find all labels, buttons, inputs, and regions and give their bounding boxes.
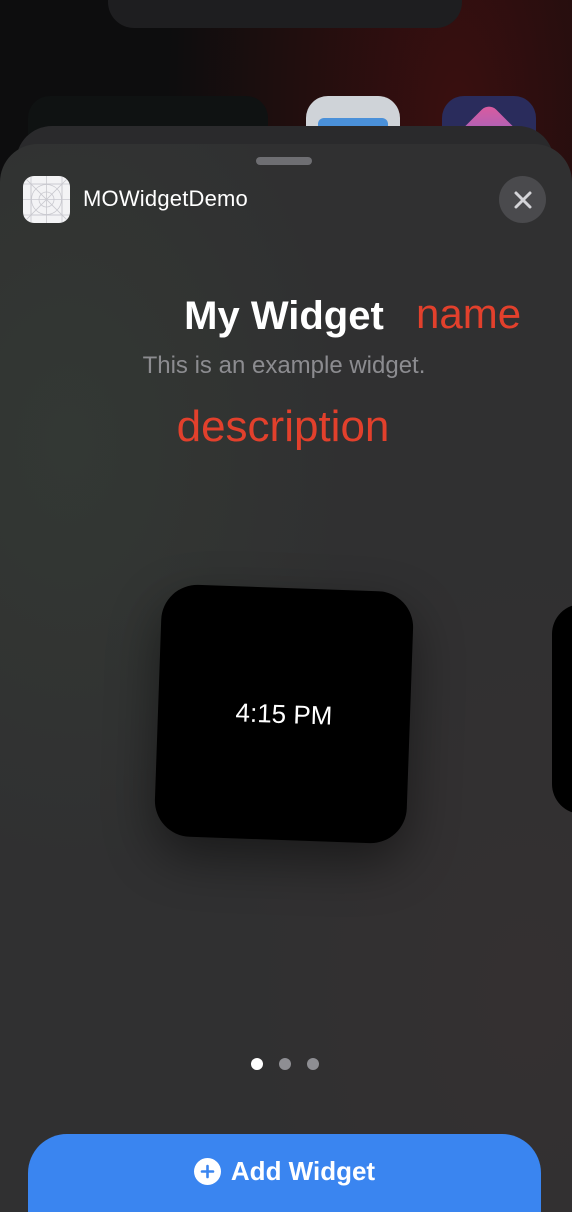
widget-description: This is an example widget. (142, 352, 426, 379)
app-placeholder-icon (23, 176, 70, 223)
app-name: MOWidgetDemo (83, 186, 248, 211)
plus-circle-icon (193, 1158, 221, 1185)
annotation-description: description (176, 402, 390, 451)
annotation-name: name (416, 290, 522, 337)
page-dot[interactable] (279, 1058, 291, 1070)
screen: MOWidgetDemo My Widget name This is an e… (0, 0, 572, 1212)
widget-preview-time: 4:15 PM (235, 696, 333, 731)
widget-preview[interactable]: 4:15 PM (153, 583, 415, 845)
sheet-grabber[interactable] (256, 157, 312, 165)
background-dock-pill (108, 0, 462, 28)
next-widget-preview[interactable] (552, 604, 572, 814)
add-widget-button[interactable]: Add Widget (28, 1134, 541, 1212)
close-icon (514, 191, 531, 208)
widget-gallery-sheet: MOWidgetDemo My Widget name This is an e… (0, 144, 572, 1212)
close-button[interactable] (499, 176, 546, 223)
add-widget-label: Add Widget (230, 1156, 376, 1186)
page-dot-active[interactable] (251, 1058, 263, 1070)
page-indicator[interactable] (251, 1058, 319, 1070)
page-dot[interactable] (307, 1058, 319, 1070)
